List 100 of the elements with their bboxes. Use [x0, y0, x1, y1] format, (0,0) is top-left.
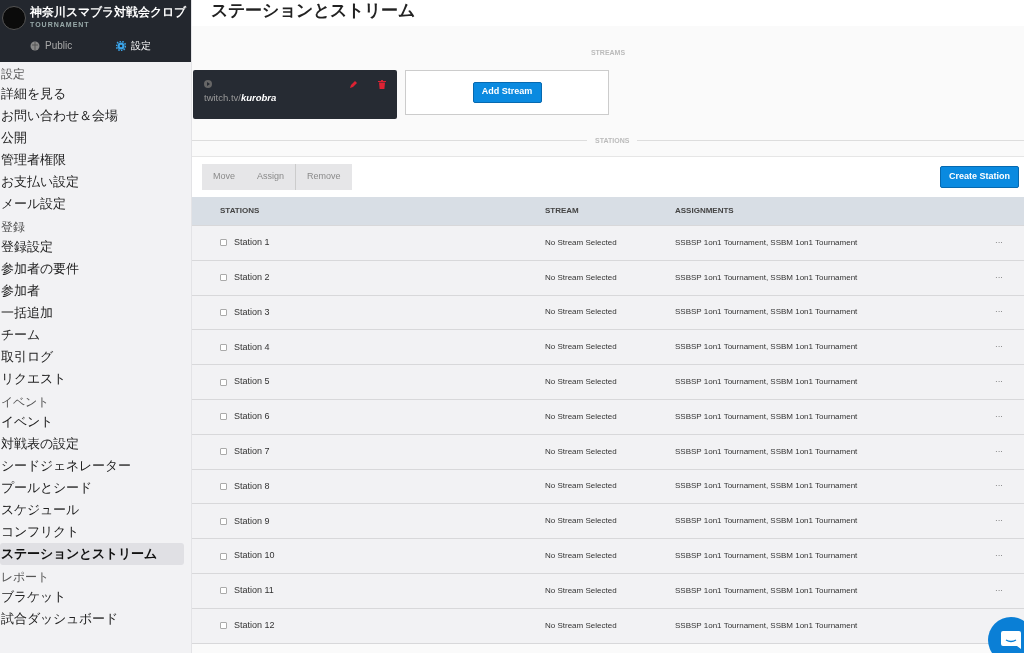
table-cell: No Stream Selected [545, 342, 617, 352]
sidebar-item[interactable]: ブラケット [0, 586, 184, 608]
table-cell: No Stream Selected [545, 481, 617, 491]
sidebar-item[interactable]: お問い合わせ＆会場 [0, 105, 184, 127]
add-stream-button[interactable]: Add Stream [472, 81, 542, 103]
checkbox[interactable] [220, 587, 227, 595]
table-cell: SSBSP 1on1 Tournament, SSBM 1on1 Tournament [675, 377, 858, 387]
checkbox[interactable] [220, 448, 227, 456]
table-cell: No Stream Selected [545, 377, 617, 387]
globe-icon [30, 40, 40, 51]
table-cell: No Stream Selected [545, 411, 617, 421]
checkbox[interactable] [220, 274, 227, 282]
station-name: Station 2 [234, 270, 270, 284]
table-cell: SSBSP 1on1 Tournament, SSBM 1on1 Tournament [675, 411, 858, 421]
more-menu-button[interactable]: ··· [974, 550, 1024, 563]
station-name: Station 11 [234, 584, 274, 598]
station-name: Station 5 [234, 375, 270, 389]
checkbox[interactable] [220, 378, 227, 386]
checkbox[interactable] [220, 517, 227, 525]
checkbox[interactable] [220, 482, 227, 490]
station-name: Station 10 [234, 549, 275, 563]
checkbox[interactable] [220, 413, 227, 421]
checkbox[interactable] [220, 239, 227, 247]
station-name: Station 4 [234, 340, 270, 354]
checkbox[interactable] [220, 309, 227, 316]
section-heading: レポート [0, 569, 50, 586]
station-name: Station 1 [234, 236, 270, 250]
sidebar-item[interactable]: リクエスト [0, 368, 184, 390]
station-name: Station 3 [234, 305, 270, 319]
station-name: Station 8 [234, 479, 270, 493]
table-cell: No Stream Selected [545, 585, 617, 595]
more-menu-button[interactable]: ··· [974, 236, 1024, 249]
station-name: Station 7 [234, 444, 270, 458]
table-cell: No Stream Selected [545, 551, 617, 561]
section-heading: 登録 [0, 219, 26, 236]
table-cell: SSBSP 1on1 Tournament, SSBM 1on1 Tournament [675, 342, 858, 352]
checkbox[interactable] [220, 552, 227, 560]
sidebar-item[interactable]: チーム [0, 324, 184, 346]
station-name: Station 9 [234, 514, 270, 528]
table-cell: No Stream Selected [545, 272, 617, 282]
create-station-button[interactable]: Create Station [940, 166, 1019, 188]
table-cell: No Stream Selected [545, 237, 617, 247]
table-cell: SSBSP 1on1 Tournament, SSBM 1on1 Tournament [675, 585, 858, 595]
sidebar-item[interactable]: メール設定 [0, 193, 184, 215]
more-menu-button[interactable]: ··· [974, 584, 1024, 597]
column-header: STATIONS [220, 205, 260, 217]
sidebar-item[interactable]: 管理者権限 [0, 149, 184, 171]
sidebar-item[interactable]: シードジェネレーター [0, 455, 184, 477]
column-header: ASSIGNMENTS [675, 206, 734, 215]
more-menu-button[interactable]: ··· [974, 410, 1024, 423]
more-menu-button[interactable]: ··· [974, 341, 1024, 354]
sidebar-item[interactable]: イベント [0, 411, 184, 433]
edit-icon[interactable] [349, 79, 358, 89]
more-menu-button[interactable]: ··· [974, 271, 1024, 284]
section-heading: イベント [0, 394, 50, 411]
sidebar-item[interactable]: 試合ダッシュボード [0, 608, 184, 630]
section-heading: 設定 [0, 66, 26, 83]
more-menu-button[interactable]: ··· [974, 376, 1024, 389]
checkbox[interactable] [220, 343, 227, 351]
table-cell: No Stream Selected [545, 307, 617, 317]
station-name: Station 12 [234, 618, 275, 632]
play-icon[interactable] [204, 80, 212, 88]
settings-icon [116, 40, 127, 51]
table-cell: SSBSP 1on1 Tournament, SSBM 1on1 Tournament [675, 516, 858, 526]
logo [2, 6, 26, 31]
sidebar-item[interactable]: 登録設定 [0, 236, 184, 258]
sidebar-item[interactable]: プールとシード [0, 477, 184, 499]
page-title: ステーションとストリーム [192, 0, 1024, 26]
chat-icon [1001, 631, 1021, 649]
more-menu-button[interactable]: ··· [974, 515, 1024, 528]
sidebar-item[interactable]: お支払い設定 [0, 171, 184, 193]
sidebar-item[interactable]: 公開 [0, 127, 184, 149]
sidebar-item[interactable]: コンフリクト [0, 521, 184, 543]
checkbox[interactable] [220, 622, 227, 630]
stream-url[interactable]: twitch.tv/kurobra [204, 90, 386, 105]
table-cell: SSBSP 1on1 Tournament, SSBM 1on1 Tournament [675, 620, 858, 630]
more-menu-button[interactable]: ··· [974, 445, 1024, 458]
sidebar-item[interactable]: 詳細を見る [0, 83, 184, 105]
sidebar-item[interactable]: 参加者 [0, 280, 184, 302]
table-cell: SSBSP 1on1 Tournament, SSBM 1on1 Tournament [675, 237, 858, 247]
more-menu-button[interactable]: ··· [974, 480, 1024, 493]
more-menu-button[interactable]: ··· [974, 306, 1024, 319]
sidebar-item[interactable]: 一括追加 [0, 302, 184, 324]
sidebar-item[interactable]: スケジュール [0, 499, 184, 521]
sidebar-item[interactable]: 参加者の要件 [0, 258, 184, 280]
sidebar-item[interactable]: ステーションとストリーム [0, 543, 184, 565]
delete-icon[interactable] [378, 79, 386, 89]
table-cell: SSBSP 1on1 Tournament, SSBM 1on1 Tournament [675, 551, 858, 561]
station-name: Station 6 [234, 410, 270, 424]
table-cell: SSBSP 1on1 Tournament, SSBM 1on1 Tournament [675, 481, 858, 491]
header-link[interactable]: Public [30, 38, 73, 54]
sidebar-item[interactable]: 取引ログ [0, 346, 184, 368]
sidebar-item[interactable]: 対戦表の設定 [0, 433, 184, 455]
organization-title: 神奈川スマブラ対戦会クロブ [30, 6, 186, 20]
table-cell: SSBSP 1on1 Tournament, SSBM 1on1 Tournament [675, 307, 858, 317]
table-cell: No Stream Selected [545, 620, 617, 630]
header-link[interactable]: 設定 [116, 38, 152, 54]
table-cell: No Stream Selected [545, 446, 617, 456]
table-cell: SSBSP 1on1 Tournament, SSBM 1on1 Tournament [675, 272, 858, 282]
column-header: STREAM [545, 206, 579, 215]
